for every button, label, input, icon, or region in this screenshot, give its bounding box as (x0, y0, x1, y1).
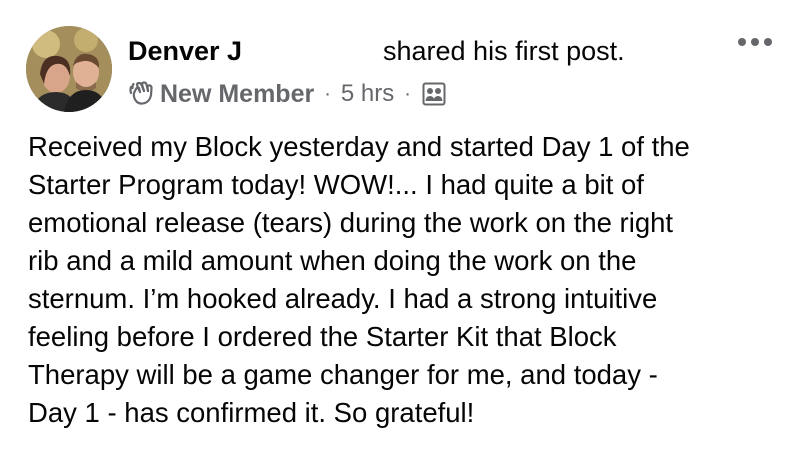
meta-separator: · (404, 82, 411, 105)
post-body-line: rib and a mild amount when doing the wor… (28, 245, 637, 276)
post-body-line: Received my Block yesterday and started … (28, 131, 690, 162)
avatar-photo (26, 26, 112, 112)
waving-hand-icon (128, 80, 156, 108)
post-timestamp[interactable]: 5 hrs (341, 80, 394, 108)
post-body-line: sternum. I’m hooked already. I had a str… (28, 283, 658, 314)
post-body-line: Day 1 - has confirmed it. So grateful! (28, 397, 475, 428)
meta-separator: · (324, 82, 331, 105)
more-dot (751, 38, 759, 46)
post-body-line: Therapy will be a game changer for me, a… (28, 359, 658, 390)
post-body-line: feeling before I ordered the Starter Kit… (28, 321, 617, 352)
post-meta: New Member · 5 hrs · (128, 78, 447, 110)
group-members-icon (421, 81, 447, 107)
more-options-icon[interactable] (738, 38, 772, 46)
more-dot (738, 38, 746, 46)
more-dot (764, 38, 772, 46)
post-body: Received my Block yesterday and started … (28, 128, 778, 432)
member-badge-label[interactable]: New Member (160, 80, 314, 109)
post-card: Denver J shared his first post. New Memb… (0, 0, 800, 457)
post-body-line: Starter Program today! WOW!... I had qui… (28, 169, 644, 200)
author-avatar[interactable] (26, 26, 112, 112)
author-name[interactable]: Denver J (128, 36, 242, 67)
post-body-line: emotional release (tears) during the wor… (28, 207, 674, 238)
post-action-text: shared his first post. (383, 36, 625, 66)
